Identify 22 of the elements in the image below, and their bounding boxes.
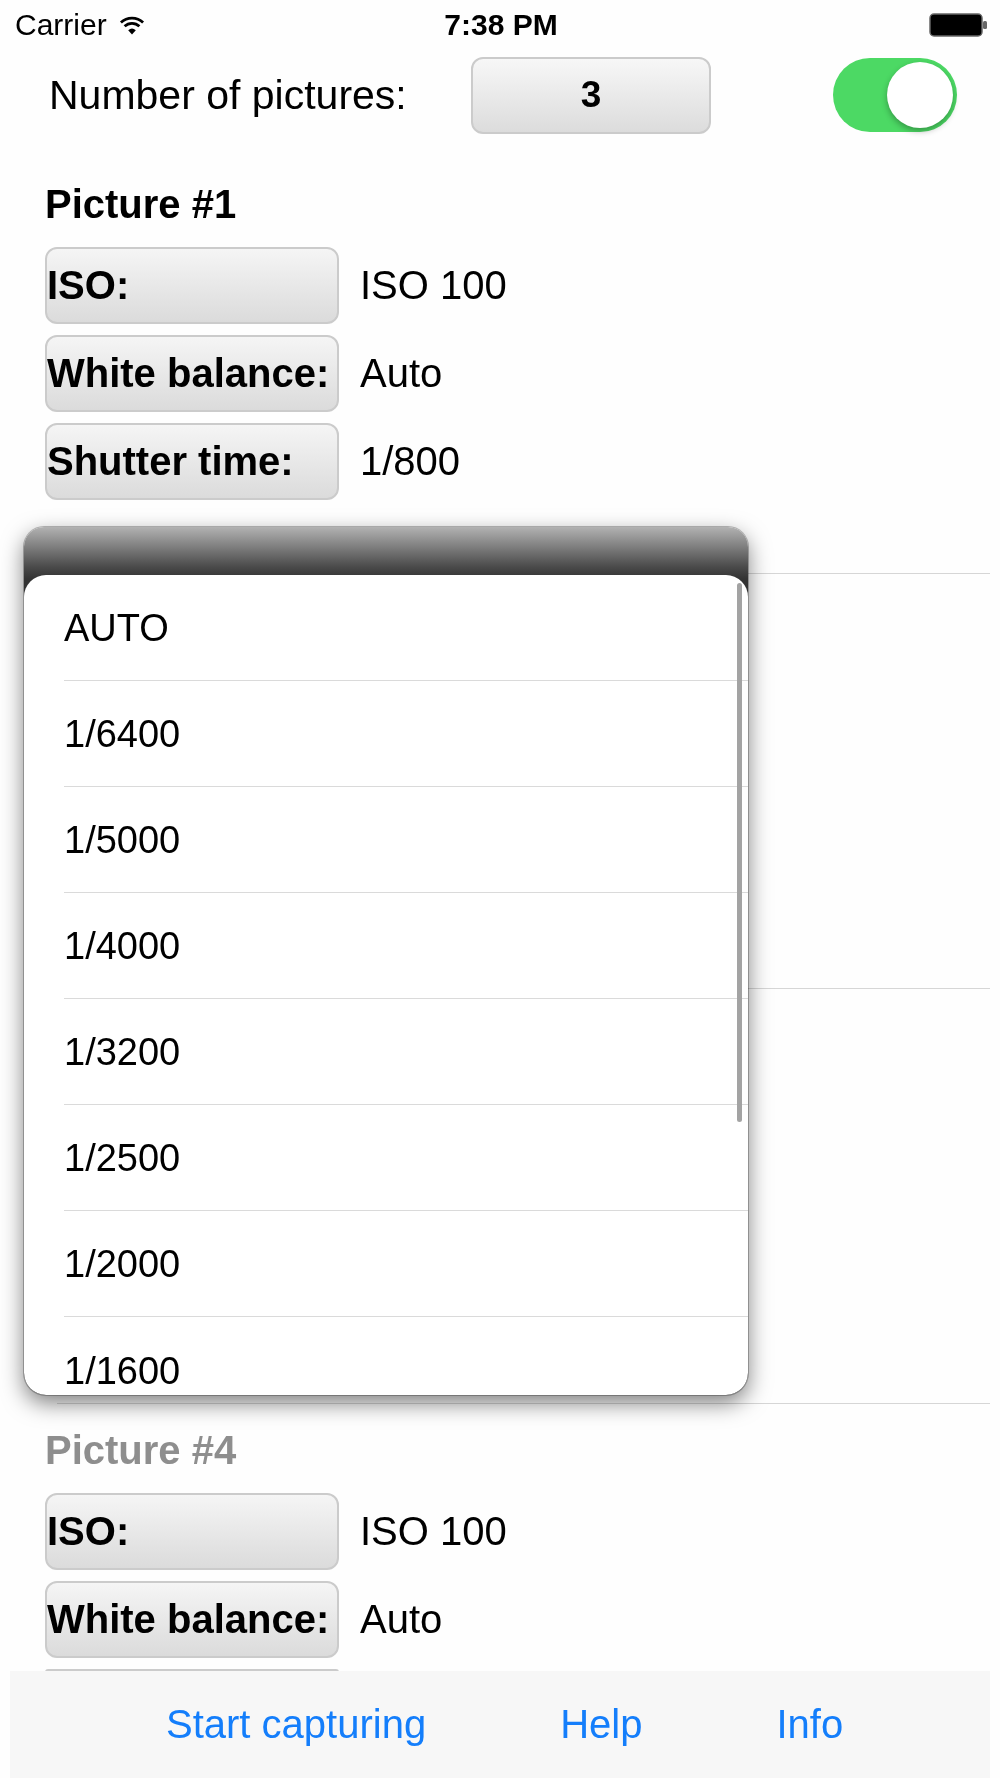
toolbar-button[interactable]: Start capturing: [166, 1702, 427, 1747]
count-label: Number of pictures:: [49, 71, 407, 119]
setting-value: 1/800: [360, 439, 461, 484]
option-item[interactable]: 1/1600: [64, 1317, 748, 1395]
clock-time: 7:38 PM: [444, 8, 558, 42]
toolbar-button[interactable]: Info: [776, 1702, 844, 1747]
option-item[interactable]: 1/2000: [64, 1211, 748, 1317]
count-button[interactable]: 3: [471, 56, 711, 134]
setting-value: Auto: [360, 1597, 443, 1642]
setting-button[interactable]: White balance:: [45, 335, 339, 412]
toggle-switch[interactable]: [833, 58, 957, 132]
section-title: Picture #1: [45, 182, 237, 226]
toolbar-button[interactable]: Help: [560, 1702, 643, 1747]
carrier-name: Carrier: [15, 8, 107, 42]
setting-value: ISO 100: [360, 1509, 507, 1554]
setting-button[interactable]: ISO:: [45, 247, 339, 324]
setting-button[interactable]: Shutter time:: [45, 423, 339, 500]
section-title: Picture #4: [45, 1428, 237, 1472]
battery-icon: [929, 13, 987, 37]
setting-value: Auto: [360, 351, 443, 396]
setting-value: ISO 100: [360, 263, 507, 308]
wifi-icon: [118, 15, 145, 35]
